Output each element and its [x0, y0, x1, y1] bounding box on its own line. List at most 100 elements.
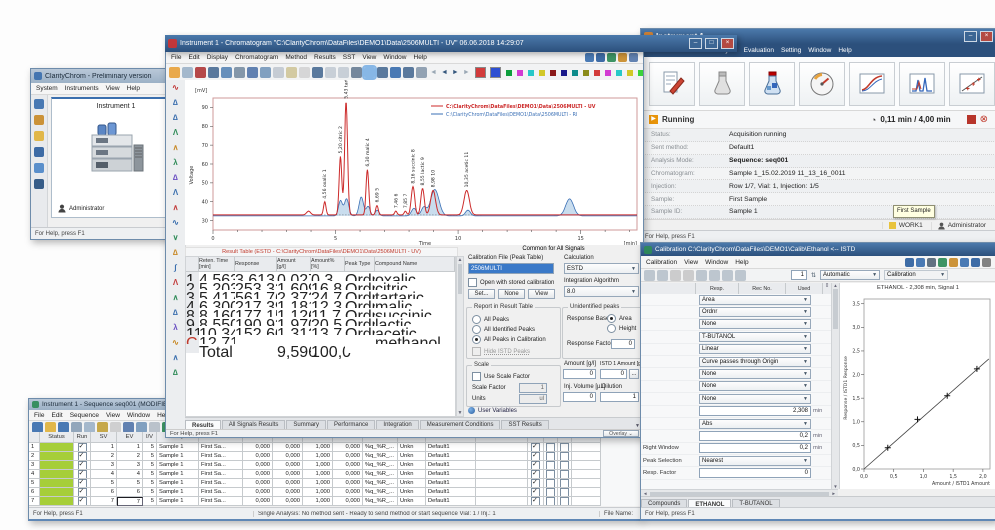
- level-spinner[interactable]: 1: [791, 270, 807, 280]
- peak-width-tool-icon[interactable]: ∆: [170, 172, 182, 183]
- chromatogram-plot[interactable]: 30405060708090051015Time[min][mV]Voltage…: [185, 80, 643, 245]
- valley-tool-icon[interactable]: ∧: [170, 142, 182, 153]
- menu-item-window[interactable]: Window: [705, 259, 728, 266]
- result-column-header[interactable]: Compound Name: [375, 257, 455, 272]
- none-button[interactable]: None: [498, 289, 525, 299]
- menu-item-calibration[interactable]: Calibration: [646, 259, 677, 266]
- previous-chromatogram-icon[interactable]: ◄: [440, 69, 449, 76]
- calibration-property-field[interactable]: 2,308: [699, 406, 811, 416]
- scroll-thumb[interactable]: [458, 264, 462, 294]
- open-stored-checkbox[interactable]: [468, 278, 477, 287]
- method-setup-button[interactable]: [649, 62, 695, 106]
- peak-add-tool-icon[interactable]: ∧: [170, 202, 182, 213]
- open-chromatogram-icon[interactable]: [169, 67, 180, 78]
- next-chromatogram-icon[interactable]: ►: [451, 69, 460, 76]
- undo-icon[interactable]: [97, 422, 108, 433]
- menu-item-setting[interactable]: Setting: [781, 47, 801, 54]
- overlay-signal-color-1[interactable]: [475, 67, 486, 78]
- new-calibration-icon[interactable]: [905, 258, 914, 267]
- open-stored-checkbox-row[interactable]: Open with stored calibration: [468, 278, 554, 287]
- calibration-button[interactable]: [949, 62, 995, 106]
- menu-item-window[interactable]: Window: [127, 412, 150, 419]
- response-base-option-row[interactable]: Height: [607, 324, 636, 333]
- single-analysis-button[interactable]: [699, 62, 745, 106]
- calibration-property-field[interactable]: 0: [699, 468, 811, 478]
- sequence-column-header[interactable]: SV: [91, 432, 117, 443]
- menu-item-window[interactable]: Window: [383, 54, 406, 61]
- calibration-property-dropdown[interactable]: None▼: [699, 319, 811, 329]
- save-calibration-icon[interactable]: [927, 258, 936, 267]
- undo-icon[interactable]: [670, 270, 681, 281]
- compound-icon[interactable]: [960, 258, 969, 267]
- threshold-tool-icon[interactable]: Λ: [170, 187, 182, 198]
- calibration-property-field[interactable]: 0,2: [699, 431, 811, 441]
- properties-wrench-icon[interactable]: [351, 67, 362, 78]
- solvent-peak-tool-icon[interactable]: ∆: [170, 247, 182, 258]
- menu-item-results[interactable]: Results: [314, 54, 336, 61]
- result-row[interactable]: 46,300217,3991,18112,3Ordnrmalic: [186, 299, 455, 308]
- set-button[interactable]: Set...: [468, 289, 495, 299]
- menu-item-help[interactable]: Help: [414, 54, 427, 61]
- row-checkbox[interactable]: [531, 461, 540, 470]
- print-icon[interactable]: [234, 67, 245, 78]
- chromatogram-info-icon[interactable]: [607, 53, 616, 62]
- run-checkbox[interactable]: [78, 452, 87, 461]
- result-column-header[interactable]: Response: [235, 257, 277, 272]
- settings-gear-icon[interactable]: [34, 115, 44, 125]
- menu-item-method[interactable]: Method: [285, 54, 307, 61]
- baseline-tool-icon[interactable]: ∆: [170, 97, 182, 108]
- print-icon[interactable]: [938, 258, 947, 267]
- row-checkbox[interactable]: [531, 497, 540, 506]
- result-row[interactable]: 88,160177,1511,12611,7Ordnrsuccinic: [186, 308, 455, 317]
- results-tab-summary[interactable]: Summary: [286, 420, 326, 429]
- overlay-signal-color-7[interactable]: [550, 70, 556, 76]
- overlay-icon[interactable]: [596, 53, 605, 62]
- result-row[interactable]: C1112,710methanol: [186, 335, 455, 344]
- zoom-out-icon[interactable]: [709, 270, 720, 281]
- sequence-row[interactable]: 3335Sample 1First Sa...0,0000,0001,0000,…: [29, 461, 641, 470]
- zoom-reset-icon[interactable]: [722, 270, 733, 281]
- run-checkbox[interactable]: [78, 488, 87, 497]
- overlay-signal-color-8[interactable]: [561, 70, 567, 76]
- new-sequence-icon[interactable]: [32, 422, 43, 433]
- sequence-column-header[interactable]: Run: [74, 432, 91, 443]
- add-level-icon[interactable]: [644, 270, 655, 281]
- open-folder-icon[interactable]: [34, 131, 44, 141]
- cut-icon[interactable]: [247, 67, 258, 78]
- result-row[interactable]: 35,417561,7672,37224,7Ordnrtartaric: [186, 290, 455, 299]
- report-tool-icon[interactable]: ∆: [170, 367, 182, 378]
- row-checkbox[interactable]: [560, 452, 569, 461]
- amount-field[interactable]: 0: [563, 369, 596, 379]
- mode-dropdown[interactable]: Automatic▼: [820, 270, 880, 280]
- maximize-button[interactable]: □: [705, 38, 718, 49]
- calibration-property-dropdown[interactable]: Abs▼: [699, 419, 811, 429]
- calibration-property-dropdown[interactable]: T-BUTANOL▼: [699, 332, 811, 342]
- result-row[interactable]: 98,550190,9341,97020,5Ordnrlactic: [186, 317, 455, 326]
- result-column-header[interactable]: Amount[g/l]: [277, 257, 311, 272]
- sequence-column-header[interactable]: EV: [117, 432, 143, 443]
- axis-units-tool-icon[interactable]: ∿: [170, 82, 182, 93]
- calibration-property-field[interactable]: 0,2: [699, 443, 811, 453]
- overlay-button[interactable]: Overlay ⌄: [603, 430, 639, 437]
- results-tab-performance[interactable]: Performance: [327, 420, 375, 429]
- menu-item-view[interactable]: View: [106, 85, 120, 92]
- results-tab-measurement-conditions[interactable]: Measurement Conditions: [420, 420, 501, 429]
- zoom-in-icon[interactable]: [312, 67, 323, 78]
- row-checkbox[interactable]: [531, 443, 540, 452]
- peak-end-tool-icon[interactable]: Λ: [170, 127, 182, 138]
- run-checkbox[interactable]: [78, 443, 87, 452]
- chromatogram-titlebar[interactable]: Instrument 1 - Chromatogram "C:\ClarityC…: [165, 35, 737, 52]
- row-checkbox[interactable]: [546, 452, 555, 461]
- run-checkbox[interactable]: [78, 470, 87, 479]
- row-checkbox[interactable]: [531, 488, 540, 497]
- data-acquisition-button[interactable]: [849, 62, 895, 106]
- row-checkbox[interactable]: [560, 443, 569, 452]
- lock-baseline-tool-icon[interactable]: ∫: [170, 262, 182, 273]
- level-spinner-arrows[interactable]: ⇅: [811, 272, 816, 279]
- report-radio[interactable]: [472, 325, 481, 334]
- remove-level-icon[interactable]: [657, 270, 668, 281]
- view-button[interactable]: View: [528, 289, 555, 299]
- report-option-row[interactable]: All Identified Peaks: [472, 325, 535, 334]
- print-icon[interactable]: [71, 422, 82, 433]
- negative-peak-tool-icon[interactable]: ∨: [170, 232, 182, 243]
